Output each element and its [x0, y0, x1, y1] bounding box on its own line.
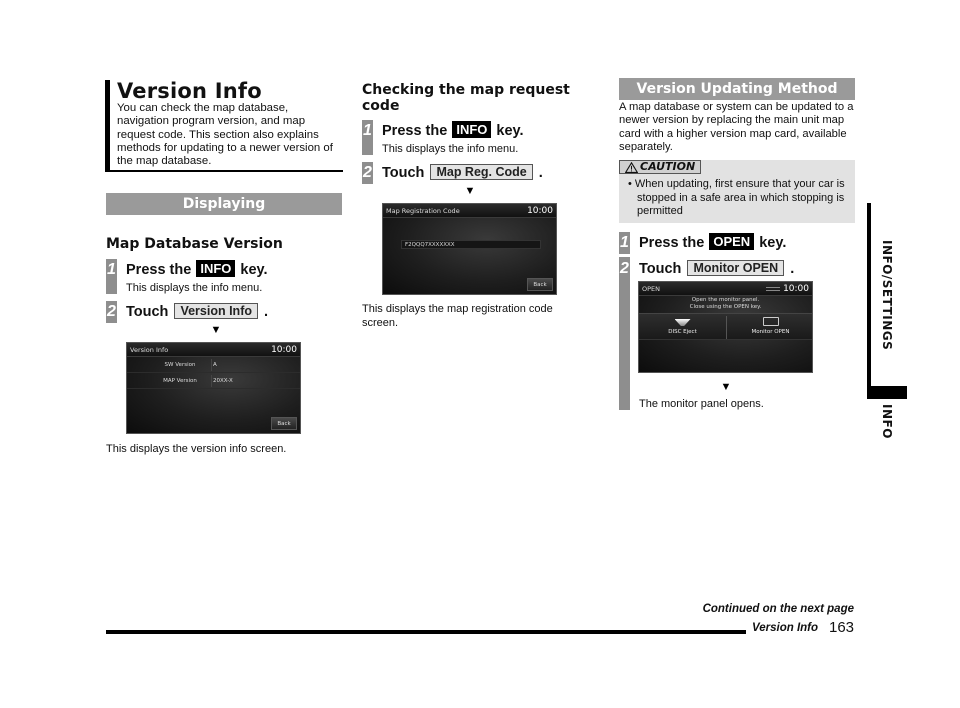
- caution-box: CAUTION • When updating, first ensure th…: [619, 160, 855, 223]
- step-text: Press the: [382, 123, 448, 139]
- down-arrow-icon: ▼: [720, 381, 732, 393]
- intro-text: You can check the map database, navigati…: [117, 102, 333, 168]
- step-2-col3: 2 Touch Monitor OPEN .: [619, 258, 794, 280]
- side-tab-chapter: INFO/SETTINGS: [880, 240, 894, 351]
- screen-clock: 10:00: [271, 344, 297, 355]
- step-description: This displays the info menu.: [382, 143, 519, 155]
- screen-title: Map Registration Code: [386, 206, 460, 215]
- step-text: Press the: [639, 235, 705, 251]
- step-1-col1: 1 Press the INFO key. This displays the …: [106, 259, 268, 295]
- row-value: 20XX-X: [213, 378, 233, 384]
- heading-map-request-code: Checking the map request code: [362, 82, 570, 114]
- caution-label: CAUTION: [619, 160, 702, 174]
- open-screen: OPEN 10:00 Open the monitor panel. Close…: [638, 281, 813, 373]
- row-label: MAP Version: [163, 378, 197, 384]
- map-reg-code-button: Map Reg. Code: [430, 164, 533, 180]
- down-arrow-icon: ▼: [464, 185, 476, 197]
- disc-eject-button: DISC Eject: [639, 314, 726, 341]
- sw-version-row: SW Version A: [127, 357, 300, 373]
- status-icon: [766, 286, 781, 291]
- step-text: key.: [759, 235, 787, 251]
- footer-section-name: Version Info: [752, 622, 819, 634]
- step-text: key.: [496, 123, 524, 139]
- page-number: 163: [829, 619, 855, 636]
- monitor-open-button: Monitor OPEN: [687, 260, 785, 276]
- step-number: 1: [106, 259, 117, 294]
- caution-text: • When updating, first ensure that your …: [628, 178, 845, 217]
- back-button: Back: [527, 278, 553, 291]
- back-button: Back: [271, 417, 297, 430]
- version-info-title-block: Version Info You can check the map datab…: [105, 79, 343, 173]
- warning-triangle-icon: [625, 161, 638, 173]
- step-text: Touch: [126, 304, 169, 320]
- page-title: Version Info: [117, 79, 262, 103]
- monitor-open-screen-button: Monitor OPEN: [727, 314, 812, 341]
- step-number: 2: [619, 258, 630, 280]
- map-registration-code-screen: Map Registration Code 10:00 F2QQQ7XXXXXX…: [382, 203, 557, 295]
- step-1-col2: 1 Press the INFO key. This displays the …: [362, 120, 524, 156]
- screen-title: OPEN: [642, 284, 661, 293]
- registration-code-field: F2QQQ7XXXXXXX: [401, 240, 541, 249]
- info-key: INFO: [452, 121, 492, 138]
- step-text: Press the: [126, 262, 192, 278]
- screen-clock: 10:00: [527, 205, 553, 216]
- version-info-screen: Version Info 10:00 SW Version A MAP Vers…: [126, 342, 301, 434]
- caption-version-info: This displays the version info screen.: [106, 443, 287, 455]
- screen-button-row: DISC Eject Monitor OPEN: [639, 313, 812, 340]
- continued-note: Continued on the next page: [702, 603, 854, 615]
- side-tab-line: [867, 203, 871, 399]
- map-version-row: MAP Version 20XX-X: [127, 373, 300, 389]
- row-label: SW Version: [164, 362, 196, 368]
- section-bar-version-updating-method: Version Updating Method: [619, 78, 855, 100]
- side-tab-section: INFO: [880, 404, 894, 439]
- section-bar-displaying: Displaying: [106, 193, 342, 215]
- step-text: Touch: [382, 165, 425, 181]
- version-updating-intro: A map database or system can be updated …: [619, 101, 854, 153]
- step-text: .: [538, 165, 543, 181]
- side-tab-marker: [867, 386, 907, 399]
- caption-map-registration: This displays the map registration code …: [362, 303, 553, 329]
- row-value: A: [213, 362, 217, 368]
- disc-eject-icon: [674, 319, 691, 326]
- monitor-icon: [762, 317, 779, 326]
- step-number: 2: [106, 301, 117, 323]
- step-2-col1: 2 Touch Version Info .: [106, 301, 268, 323]
- subheading-map-database-version: Map Database Version: [106, 236, 283, 252]
- step-text: .: [264, 304, 269, 320]
- screen-title: Version Info: [130, 345, 169, 354]
- footer-rule: [106, 630, 746, 634]
- screen-clock: 10:00: [783, 283, 809, 294]
- step-number: 1: [362, 120, 373, 155]
- step-number: 1: [619, 232, 630, 254]
- open-key: OPEN: [709, 233, 755, 250]
- step-1-col3: 1 Press the OPEN key.: [619, 232, 786, 254]
- version-info-button: Version Info: [174, 303, 258, 319]
- caption-monitor-panel-opens: The monitor panel opens.: [639, 398, 764, 410]
- step-text: key.: [240, 262, 268, 278]
- down-arrow-icon: ▼: [210, 324, 222, 336]
- step-text: .: [790, 261, 795, 277]
- step-text: Touch: [639, 261, 682, 277]
- step-number: 2: [362, 162, 373, 184]
- screen-message: Open the monitor panel. Close using the …: [689, 297, 762, 310]
- info-key: INFO: [196, 260, 236, 277]
- step-description: This displays the info menu.: [126, 282, 263, 294]
- step-2-col2: 2 Touch Map Reg. Code .: [362, 162, 543, 184]
